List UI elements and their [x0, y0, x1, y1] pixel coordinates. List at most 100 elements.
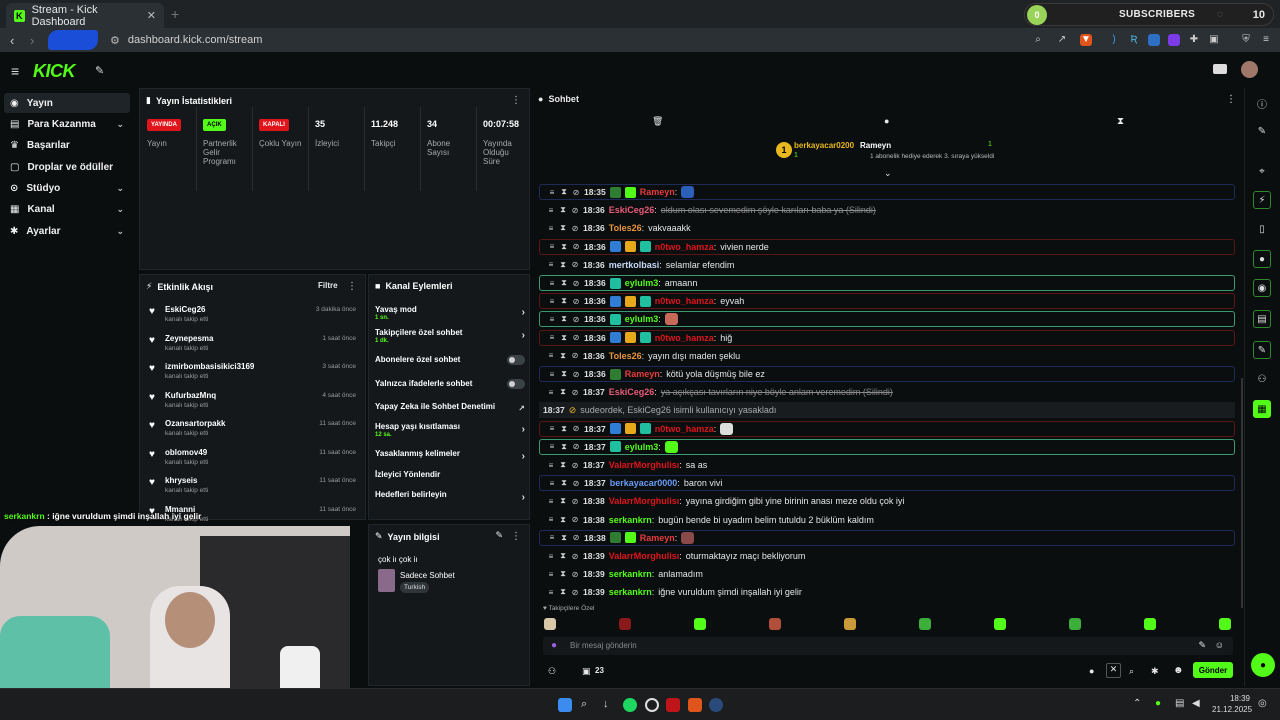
emote-picker-icon[interactable]	[1144, 618, 1156, 630]
sidebar-item-basarilar[interactable]: ♛ Başarılar	[4, 135, 130, 155]
more-options-icon[interactable]: ⋮	[511, 95, 521, 106]
leader-user2[interactable]: Rameyn	[860, 141, 891, 150]
emote-picker-icon[interactable]	[544, 618, 556, 630]
timeout-icon[interactable]: ⧗	[560, 478, 568, 488]
chat-username[interactable]: n0two_hamza	[655, 333, 714, 343]
sidebar-item-studyo[interactable]: ⊙ Stüdyo ⌄	[4, 178, 130, 198]
filter-button[interactable]: Filtre	[318, 281, 338, 290]
mic-icon[interactable]: ●	[551, 640, 557, 651]
delete-message-icon[interactable]: ≡	[548, 315, 556, 324]
tray-chevron-icon[interactable]: ⌃	[1133, 698, 1141, 709]
trash-icon[interactable]: 🗑︎	[652, 116, 663, 127]
chat-username[interactable]: Rameyn	[640, 533, 675, 543]
chat-username[interactable]: n0two_hamza	[655, 424, 714, 434]
chat-message[interactable]: ≡ ⧗ ⊘ 18:36 n0two_hamza: vivien nerde	[539, 238, 1235, 255]
chat-message[interactable]: ≡ ⧗ ⊘ 18:36 mertkolbasi: selamlar efendim	[539, 257, 1235, 273]
timeout-icon[interactable]: ⧗	[559, 496, 567, 506]
ban-icon[interactable]: ⊘	[572, 533, 580, 542]
timeout-icon[interactable]: ⧗	[560, 242, 568, 252]
ban-icon[interactable]: ⊘	[572, 279, 580, 288]
mic-tray-icon[interactable]: ●	[1155, 698, 1161, 709]
chat-username[interactable]: n0two_hamza	[655, 242, 714, 252]
comment-icon[interactable]: ●	[884, 116, 889, 126]
ban-icon[interactable]: ⊘	[571, 351, 579, 360]
url-field[interactable]: ⚙ dashboard.kick.com/stream	[110, 28, 262, 52]
chat-message[interactable]: ≡ ⧗ ⊘ 18:38 serkankrn: bugün bende bi uyadım …	[539, 512, 1235, 528]
ban-icon[interactable]: ⊘	[571, 497, 579, 506]
settings-icon[interactable]	[645, 698, 659, 712]
info-icon[interactable]: ⓘ	[1253, 94, 1271, 112]
ban-icon[interactable]: ⊘	[571, 570, 579, 579]
ban-icon[interactable]: ⊘	[572, 424, 580, 433]
chat-input[interactable]: ● Bir mesaj gönderin ✎ ☺	[543, 637, 1233, 655]
ban-icon[interactable]: ⊘	[572, 370, 580, 379]
timeout-icon[interactable]: ⧗	[560, 424, 568, 434]
channel-action[interactable]: İzleyici Yönlendir	[375, 470, 525, 479]
delete-message-icon[interactable]: ≡	[548, 242, 556, 251]
delete-message-icon[interactable]: ≡	[548, 333, 556, 342]
delete-message-icon[interactable]: ≡	[548, 479, 556, 488]
ban-icon[interactable]: ⊘	[572, 479, 580, 488]
delete-message-icon[interactable]: ≡	[547, 224, 555, 233]
chat-message[interactable]: ≡ ⧗ ⊘ 18:37 berkayacar0000: baron vivi	[539, 475, 1235, 492]
delete-message-icon[interactable]: ≡	[547, 588, 555, 597]
timeout-icon[interactable]: ⧗	[560, 369, 568, 379]
emote-picker-icon[interactable]	[919, 618, 931, 630]
activity-event[interactable]: ♥ EskiCeg26 kanalı takip etti 3 dakika önce	[146, 303, 360, 329]
wifi-icon[interactable]: ▤	[1175, 698, 1184, 709]
ban-icon[interactable]: ⊘	[571, 206, 579, 215]
timeout-icon[interactable]: ⧗	[559, 515, 567, 525]
activity-event[interactable]: ♥ izmirbombasisikici3169 kanalı takip etti…	[146, 360, 360, 386]
delete-message-icon[interactable]: ≡	[547, 515, 555, 524]
notifications-icon[interactable]: ◎	[1258, 698, 1267, 709]
target-icon[interactable]: ⌖	[1253, 162, 1271, 180]
chat-username[interactable]: berkayacar0000	[610, 478, 678, 488]
ban-icon[interactable]: ⊘	[571, 515, 579, 524]
emote-picker-icon[interactable]	[619, 618, 631, 630]
send-button[interactable]: Gönder	[1193, 662, 1233, 678]
delete-message-icon[interactable]: ≡	[547, 497, 555, 506]
chat-message[interactable]: ≡ ⧗ ⊘ 18:38 ValarrMorghulisı: yayına girdiğim…	[539, 493, 1235, 509]
channel-action[interactable]: Yavaş mod 1 sn. ›	[375, 305, 525, 321]
delete-message-icon[interactable]: ≡	[547, 570, 555, 579]
forward-icon[interactable]: ›	[30, 33, 34, 48]
chat-message[interactable]: ≡ ⧗ ⊘ 18:37 n0two_hamza:	[539, 420, 1235, 437]
sidebar-item-para-kazanma[interactable]: ▤ Para Kazanma ⌄	[4, 114, 130, 134]
chat-username[interactable]: mertkolbasi	[609, 260, 660, 270]
spotify-icon[interactable]	[623, 698, 637, 712]
emote-picker-icon[interactable]	[844, 618, 856, 630]
timeout-icon[interactable]: ⧗	[559, 260, 567, 270]
browser-tab[interactable]: K Stream - Kick Dashboard ✕	[6, 3, 164, 28]
chat-message[interactable]: ≡ ⧗ ⊘ 18:37 ValarrMorghulisı: sa as	[539, 457, 1235, 473]
more-options-icon[interactable]: ⋮	[347, 281, 357, 292]
delete-message-icon[interactable]: ≡	[547, 388, 555, 397]
search-icon[interactable]: ⌕	[1129, 666, 1134, 677]
ban-icon[interactable]: ⊘	[571, 552, 579, 561]
delete-message-icon[interactable]: ≡	[548, 533, 556, 542]
delete-message-icon[interactable]: ≡	[547, 461, 555, 470]
timeout-icon[interactable]: ⧗	[559, 351, 567, 361]
toggle-switch[interactable]	[507, 355, 525, 365]
timeout-icon[interactable]: ⧗	[559, 460, 567, 470]
download-icon[interactable]: ↓	[603, 698, 617, 712]
system-clock[interactable]: 18:39 21.12.2025	[1212, 693, 1252, 715]
emote-picker-icon[interactable]	[994, 618, 1006, 630]
timeout-icon[interactable]: ⧗	[559, 205, 567, 215]
keyboard-icon[interactable]	[1213, 64, 1227, 74]
emote-picker-icon[interactable]	[694, 618, 706, 630]
chat-message[interactable]: ≡ ⧗ ⊘ 18:36 Rameyn: kötü yola düşmüş bile ez	[539, 366, 1235, 382]
timeout-icon[interactable]: ⧗	[560, 333, 568, 343]
timeout-icon[interactable]: ⧗	[559, 551, 567, 561]
zoom-icon[interactable]: ⌕	[1032, 34, 1044, 46]
brave-icon[interactable]	[688, 698, 702, 712]
channel-action[interactable]: Hesap yaşı kısıtlaması 12 sa. ›	[375, 422, 525, 438]
timeout-icon[interactable]: ⧗	[560, 187, 568, 197]
delete-message-icon[interactable]: ≡	[547, 552, 555, 561]
chat-message[interactable]: ≡ ⧗ ⊘ 18:37 EskiCeg26: ya açıkçası tavırların…	[539, 384, 1235, 400]
chat-username[interactable]: eylulm3	[625, 442, 659, 452]
ban-icon[interactable]: ⊘	[572, 333, 580, 342]
bot-icon[interactable]: ☻	[1173, 665, 1184, 676]
emoji-icon[interactable]: ☺	[1215, 640, 1224, 650]
delete-message-icon[interactable]: ≡	[547, 260, 555, 269]
bolt-icon[interactable]: ⚡	[1253, 191, 1271, 209]
